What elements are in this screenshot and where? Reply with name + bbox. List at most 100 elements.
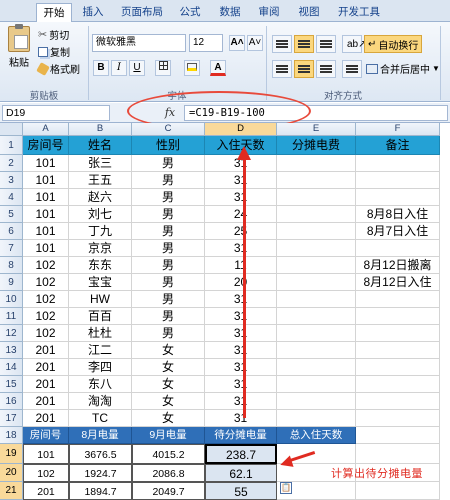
cell-c4[interactable]: 男 (132, 189, 205, 206)
cell-e11[interactable] (277, 308, 356, 325)
formula-input[interactable]: =C19-B19-100 (184, 105, 448, 121)
cell-b16[interactable]: 淘淘 (69, 393, 132, 410)
cell-e6[interactable] (277, 223, 356, 240)
cell-a9[interactable]: 102 (23, 274, 69, 291)
paste-options-icon[interactable]: 📋 (280, 482, 292, 494)
font-name-select[interactable]: 微软雅黑 (92, 34, 186, 52)
name-box[interactable]: D19 (2, 105, 110, 121)
cell-e15[interactable] (277, 376, 356, 393)
cell-c18[interactable]: 9月电量 (132, 427, 205, 444)
tab-data[interactable]: 数据 (215, 3, 245, 22)
row-header-11[interactable]: 11 (0, 308, 23, 325)
indent-button[interactable] (342, 60, 362, 78)
cell-b1[interactable]: 姓名 (69, 136, 132, 155)
cell-c3[interactable]: 男 (132, 172, 205, 189)
cell-d12[interactable]: 31 (205, 325, 277, 342)
column-header-c[interactable]: C (132, 123, 205, 136)
cell-b8[interactable]: 东东 (69, 257, 132, 274)
cell-d5[interactable]: 24 (205, 206, 277, 223)
cell-b11[interactable]: 百百 (69, 308, 132, 325)
cell-d19[interactable]: 238.7 (205, 444, 277, 464)
cell-c16[interactable]: 女 (132, 393, 205, 410)
format-painter-button[interactable]: 格式刷 (36, 61, 80, 76)
row-header-2[interactable]: 2 (0, 155, 23, 172)
cell-d11[interactable]: 31 (205, 308, 277, 325)
row-header-21[interactable]: 21 (0, 482, 23, 500)
fill-color-button[interactable] (184, 60, 200, 76)
cell-e14[interactable] (277, 359, 356, 376)
cell-d15[interactable]: 31 (205, 376, 277, 393)
cell-f3[interactable] (356, 172, 440, 189)
cell-d10[interactable]: 31 (205, 291, 277, 308)
tab-review[interactable]: 审阅 (254, 3, 284, 22)
cell-c11[interactable]: 男 (132, 308, 205, 325)
cell-c17[interactable]: 女 (132, 410, 205, 427)
align-bottom-button[interactable] (316, 35, 336, 53)
cell-f2[interactable] (356, 155, 440, 172)
orientation-button[interactable]: ab↗ (342, 35, 367, 53)
cell-b3[interactable]: 王五 (69, 172, 132, 189)
cell-d20[interactable]: 62.1 (205, 464, 277, 482)
cell-f13[interactable] (356, 342, 440, 359)
wrap-text-button[interactable]: ↵ 自动换行 (364, 35, 423, 53)
cell-f1[interactable]: 备注 (356, 136, 440, 155)
tab-home[interactable]: 开始 (36, 3, 72, 22)
cut-button[interactable]: ✂ 剪切 (38, 27, 69, 42)
cell-a14[interactable]: 201 (23, 359, 69, 376)
row-header-7[interactable]: 7 (0, 240, 23, 257)
cell-a5[interactable]: 101 (23, 206, 69, 223)
column-header-a[interactable]: A (23, 123, 69, 136)
cell-f6[interactable]: 8月7日入住 (356, 223, 440, 240)
cell-e8[interactable] (277, 257, 356, 274)
cell-e17[interactable] (277, 410, 356, 427)
cell-a1[interactable]: 房间号 (23, 136, 69, 155)
row-header-19[interactable]: 19 (0, 444, 23, 464)
cell-c1[interactable]: 性别 (132, 136, 205, 155)
row-header-8[interactable]: 8 (0, 257, 23, 274)
cell-f10[interactable] (356, 291, 440, 308)
cell-b19[interactable]: 3676.5 (69, 444, 132, 464)
cell-b14[interactable]: 李四 (69, 359, 132, 376)
cell-c2[interactable]: 男 (132, 155, 205, 172)
cell-a8[interactable]: 102 (23, 257, 69, 274)
grow-font-button[interactable]: A˄ (229, 35, 245, 51)
row-header-20[interactable]: 20 (0, 464, 23, 482)
cell-e10[interactable] (277, 291, 356, 308)
cell-f15[interactable] (356, 376, 440, 393)
cell-b7[interactable]: 京京 (69, 240, 132, 257)
cell-a10[interactable]: 102 (23, 291, 69, 308)
row-header-4[interactable]: 4 (0, 189, 23, 206)
row-header-10[interactable]: 10 (0, 291, 23, 308)
cell-c8[interactable]: 男 (132, 257, 205, 274)
cell-a11[interactable]: 102 (23, 308, 69, 325)
cell-d17[interactable]: 31 (205, 410, 277, 427)
align-top-button[interactable] (272, 35, 292, 53)
cell-c9[interactable]: 男 (132, 274, 205, 291)
cell-d3[interactable]: 31 (205, 172, 277, 189)
cell-b5[interactable]: 刘七 (69, 206, 132, 223)
row-header-16[interactable]: 16 (0, 393, 23, 410)
cell-b13[interactable]: 江二 (69, 342, 132, 359)
row-header-9[interactable]: 9 (0, 274, 23, 291)
cell-c12[interactable]: 男 (132, 325, 205, 342)
cell-e7[interactable] (277, 240, 356, 257)
cell-a20[interactable]: 102 (23, 464, 69, 482)
cell-a3[interactable]: 101 (23, 172, 69, 189)
cell-c13[interactable]: 女 (132, 342, 205, 359)
cell-d13[interactable]: 31 (205, 342, 277, 359)
cell-f14[interactable] (356, 359, 440, 376)
tab-developer[interactable]: 开发工具 (333, 3, 385, 22)
cell-f7[interactable] (356, 240, 440, 257)
fx-icon[interactable]: fx (160, 105, 180, 121)
tab-insert[interactable]: 插入 (78, 3, 108, 22)
cell-b2[interactable]: 张三 (69, 155, 132, 172)
cell-c6[interactable]: 男 (132, 223, 205, 240)
cell-f5[interactable]: 8月8日入住 (356, 206, 440, 223)
cell-e13[interactable] (277, 342, 356, 359)
tab-formulas[interactable]: 公式 (175, 3, 205, 22)
align-center-button[interactable] (294, 60, 314, 78)
cell-c5[interactable]: 男 (132, 206, 205, 223)
row-header-17[interactable]: 17 (0, 410, 23, 427)
cell-b21[interactable]: 1894.7 (69, 482, 132, 500)
cell-d7[interactable]: 31 (205, 240, 277, 257)
